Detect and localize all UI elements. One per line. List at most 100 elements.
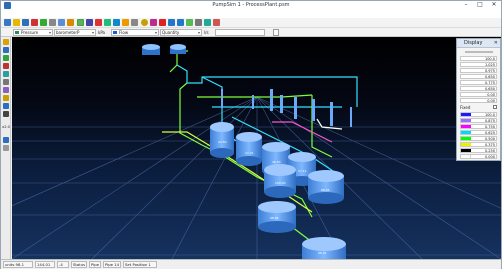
star-icon[interactable] <box>141 19 148 26</box>
tick-readout: 144.01 <box>35 261 55 268</box>
maximize-button[interactable]: □ <box>473 1 487 9</box>
tank[interactable] <box>302 237 346 259</box>
minimize-button[interactable]: – <box>459 1 473 9</box>
menu-bar: File Edit View Saved views Run Tools Set… <box>1 10 501 26</box>
value-field[interactable]: 0.650 <box>460 86 497 91</box>
color-row[interactable]: 0.750 <box>460 124 497 129</box>
color-row[interactable]: 0.000 <box>460 154 497 159</box>
scene-svg[interactable]: 44.50 17.21 46.50 17.11 100.00 98.55 98.… <box>12 37 501 259</box>
zoom-out-icon[interactable] <box>177 19 184 26</box>
settings-icon[interactable] <box>3 145 9 151</box>
node-measure-dropdown[interactable]: barometerP ▾ <box>54 29 96 36</box>
floor-grid <box>12 96 501 259</box>
slider-handle-icon[interactable] <box>273 29 279 36</box>
window-title: PumpSim 1 - ProcessPlant.psm <box>212 2 290 8</box>
color-row[interactable]: 0.625 <box>460 130 497 135</box>
value-label: 46.50 <box>272 160 281 164</box>
node-icon[interactable] <box>122 19 129 26</box>
opacity-slider[interactable] <box>465 51 493 53</box>
node-tool-icon[interactable] <box>3 47 9 53</box>
color-row[interactable]: 0.375 <box>460 142 497 147</box>
pump-icon[interactable] <box>95 19 102 26</box>
link-variable-dropdown[interactable]: Flow ▾ <box>111 29 159 36</box>
tank[interactable] <box>236 132 262 166</box>
close-icon[interactable]: ✕ <box>494 40 498 46</box>
tank-tool-icon[interactable] <box>3 39 9 45</box>
select-icon[interactable] <box>77 19 84 26</box>
copy-icon[interactable] <box>58 19 65 26</box>
zoom-tool-icon[interactable] <box>3 103 9 109</box>
pointer-icon[interactable] <box>86 19 93 26</box>
value-label: 98.55 <box>321 188 330 192</box>
flow-swatch <box>113 31 117 34</box>
valve-tool-icon[interactable] <box>3 71 9 77</box>
color-row[interactable]: 0.250 <box>460 148 497 153</box>
measure-tool-icon[interactable] <box>3 87 9 93</box>
save-icon[interactable] <box>22 19 29 26</box>
rotate-icon[interactable] <box>186 19 193 26</box>
color-swatch <box>461 131 471 134</box>
value-label: 100.00 <box>275 181 286 185</box>
tank[interactable] <box>142 44 160 55</box>
color-swatch <box>461 155 471 158</box>
palette-icon[interactable] <box>150 19 157 26</box>
3d-viewport[interactable]: 44.50 17.21 46.50 17.11 100.00 98.55 98.… <box>12 37 501 259</box>
run-icon[interactable] <box>204 19 211 26</box>
cut-icon[interactable] <box>49 19 56 26</box>
color-row[interactable]: 0.500 <box>460 136 497 141</box>
tank[interactable] <box>308 170 344 204</box>
value-field[interactable]: 0.00 <box>460 92 497 97</box>
value-label: 17.11 <box>298 169 307 173</box>
color-row[interactable]: 0.875 <box>460 118 497 123</box>
open-icon[interactable] <box>13 19 20 26</box>
value-field[interactable]: 0.650 <box>460 74 497 79</box>
redo-icon[interactable] <box>40 19 47 26</box>
color-value: 0.625 <box>484 131 495 135</box>
label-tool-icon[interactable] <box>3 79 9 85</box>
color-value: 0.000 <box>484 155 495 159</box>
delete-icon[interactable] <box>159 19 166 26</box>
value-field[interactable]: 100.0 <box>460 56 497 61</box>
fit-icon[interactable] <box>3 137 9 143</box>
value-label: 44.50 <box>218 140 227 144</box>
color-swatch <box>461 113 471 116</box>
color-row[interactable]: 100.0 <box>460 112 497 117</box>
title-bar: PumpSim 1 - ProcessPlant.psm – □ ✕ <box>1 1 501 10</box>
rotate-tool-icon[interactable] <box>3 111 9 117</box>
pressure-swatch <box>15 31 19 34</box>
display-toolbar: Pressure ▾ barometerP ▾ kPa Flow ▾ Quant… <box>1 28 501 37</box>
color-value: 0.375 <box>484 143 495 147</box>
status-label: Status <box>71 261 87 268</box>
grid-icon[interactable] <box>195 19 202 26</box>
color-swatch <box>461 149 471 152</box>
mode-label: Fixed <box>460 105 471 110</box>
link-measure-dropdown[interactable]: Quantity ▾ <box>160 29 202 36</box>
new-icon[interactable] <box>4 19 11 26</box>
value-field[interactable]: 0.00 <box>460 98 497 103</box>
color-value: 0.875 <box>484 119 495 123</box>
pump-tool-icon[interactable] <box>3 63 9 69</box>
value-label: 98.86 <box>270 216 279 220</box>
value-field[interactable]: 0.775 <box>460 80 497 85</box>
paste-icon[interactable] <box>67 19 74 26</box>
left-toolbar: x2.0 <box>1 37 11 259</box>
time-slider-box[interactable] <box>215 29 265 36</box>
tank[interactable] <box>170 44 186 54</box>
pipe-icon[interactable] <box>131 19 138 26</box>
pressure-unit: kPa <box>98 30 105 35</box>
color-value: 0.500 <box>484 137 495 141</box>
value-field[interactable]: 0.975 <box>460 68 497 73</box>
t-readout: -4 <box>57 261 69 268</box>
tank-icon[interactable] <box>113 19 120 26</box>
pipe-tool-icon[interactable] <box>3 55 9 61</box>
close-button[interactable]: ✕ <box>487 1 501 9</box>
node-variable-value: Pressure <box>21 30 39 35</box>
pan-tool-icon[interactable] <box>3 95 9 101</box>
valve-icon[interactable] <box>104 19 111 26</box>
node-variable-dropdown[interactable]: Pressure ▾ <box>13 29 53 36</box>
zoom-in-icon[interactable] <box>168 19 175 26</box>
undo-icon[interactable] <box>31 19 38 26</box>
stop-icon[interactable] <box>213 19 220 26</box>
mode-checkbox[interactable] <box>493 105 497 109</box>
value-field[interactable]: 1.025 <box>460 62 497 67</box>
